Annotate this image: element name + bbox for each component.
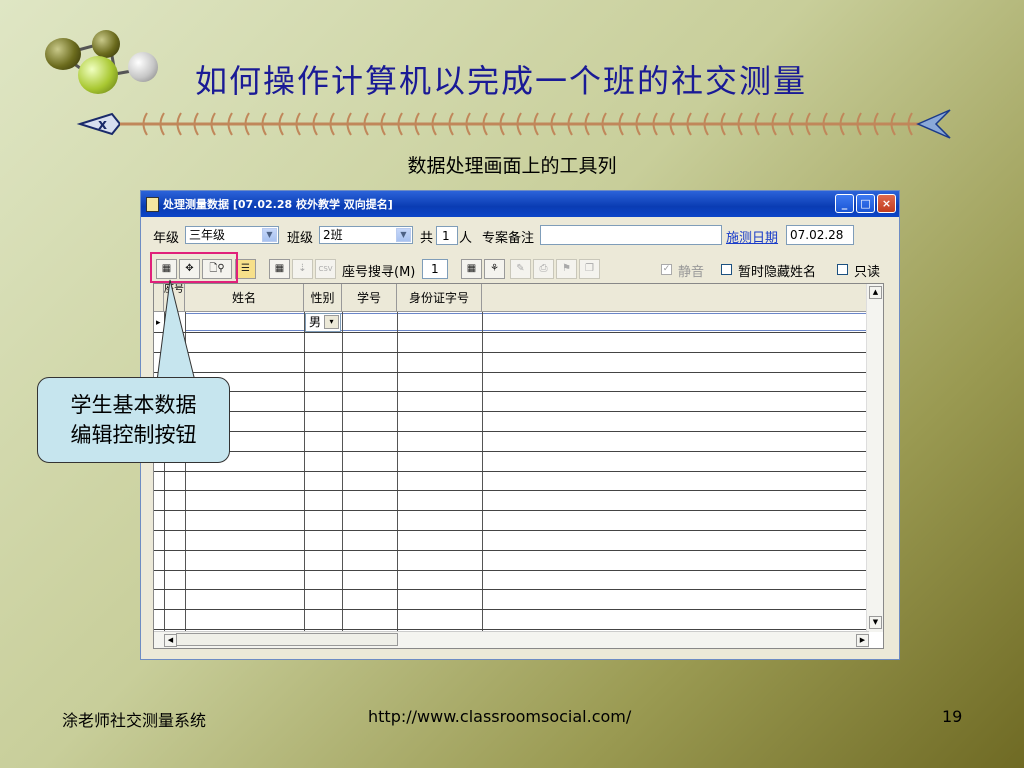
note-label: 专案备注 [482, 231, 535, 246]
grid-row-line [154, 589, 869, 591]
import-icon[interactable]: ⇣ [292, 259, 313, 279]
table-button[interactable]: ▦ [269, 259, 290, 279]
grid-row-line [154, 431, 869, 432]
scroll-thumb[interactable] [176, 633, 398, 646]
total-label: 共 [420, 231, 434, 246]
csv-export-button[interactable]: CSV [315, 259, 336, 279]
flag-icon[interactable]: ⚑ [556, 259, 577, 279]
grid-row-line [154, 490, 869, 492]
grid-row-line [154, 332, 869, 333]
chevron-down-icon[interactable]: ▼ [262, 228, 277, 242]
callout-box: 学生基本数据 编辑控制按钮 [37, 377, 230, 463]
grid-row-line [154, 411, 869, 413]
data-processing-window: 处理测量数据 [07.02.28 校外教学 双向提名] _ □ × 年级 三年级… [140, 190, 900, 660]
window-titlebar[interactable]: 处理测量数据 [07.02.28 校外教学 双向提名] _ □ × [141, 191, 899, 217]
hide-names-checkbox[interactable] [721, 264, 732, 275]
note-input[interactable] [540, 225, 722, 245]
fishbone-divider: x [76, 109, 951, 139]
date-input[interactable]: 07.02.28 [786, 225, 854, 245]
minimize-button[interactable]: _ [835, 194, 854, 213]
grid-row-line [154, 450, 869, 452]
window-title: 处理测量数据 [07.02.28 校外教学 双向提名] [163, 198, 393, 211]
class-label: 班级 [287, 231, 314, 246]
chevron-down-icon[interactable]: ▼ [396, 228, 411, 242]
column-header-student-id[interactable]: 学号 [342, 284, 397, 312]
grade-select-value: 三年级 [189, 228, 226, 242]
readonly-checkbox[interactable] [837, 264, 848, 275]
column-header-id-number[interactable]: 身份证字号 [397, 284, 482, 312]
column-header-empty [482, 284, 869, 312]
footer-url[interactable]: http://www.classroomsocial.com/ [368, 707, 631, 726]
maximize-button[interactable]: □ [856, 194, 875, 213]
edit-icon[interactable]: ✎ [510, 259, 531, 279]
grid-row-line [154, 470, 869, 472]
grid-row-line [154, 530, 869, 531]
close-button[interactable]: × [877, 194, 896, 213]
grid-layout-button[interactable]: ▦ [461, 259, 482, 279]
footer-left: 涂老师社交测量系统 [62, 711, 207, 730]
slide-subtitle: 数据处理画面上的工具列 [407, 155, 617, 177]
chevron-down-icon[interactable]: ▾ [324, 315, 339, 329]
active-row[interactable] [185, 313, 869, 331]
grid-row-line [154, 371, 869, 373]
callout-line-2: 编辑控制按钮 [70, 423, 197, 447]
network-icon[interactable]: ⚘ [484, 259, 505, 279]
grid-row-line [154, 391, 869, 393]
svg-text:x: x [98, 117, 107, 133]
print-icon[interactable]: ⎙ [533, 259, 554, 279]
grid-header: 座号 姓名 性别 学号 身份证字号 [154, 284, 869, 312]
callout-pointer [156, 279, 196, 382]
total-count-field[interactable]: 1 [436, 226, 458, 245]
seat-search-input[interactable]: 1 [422, 259, 448, 279]
class-select[interactable]: 2班 ▼ [319, 226, 413, 244]
grade-label: 年级 [153, 231, 180, 246]
scroll-up-icon[interactable]: ▲ [869, 286, 882, 299]
total-unit: 人 [459, 231, 473, 246]
grade-select[interactable]: 三年级 ▼ [185, 226, 279, 244]
gender-select-value: 男 [309, 315, 322, 329]
grid-row-line [154, 510, 869, 512]
grid-row-line [154, 569, 869, 571]
mute-label: 静音 [678, 265, 705, 280]
copy-icon[interactable]: ❐ [579, 259, 600, 279]
horizontal-scrollbar[interactable]: ◀ ▶ [154, 631, 869, 648]
gender-select[interactable]: 男 ▾ [305, 313, 341, 332]
notes-button[interactable]: ☰ [235, 259, 256, 279]
grid-row-line [154, 351, 869, 353]
mute-checkbox[interactable]: ✓ [661, 264, 672, 275]
scroll-down-icon[interactable]: ▼ [869, 616, 882, 629]
callout-line-1: 学生基本数据 [70, 393, 197, 417]
date-link[interactable]: 施测日期 [726, 227, 778, 246]
column-header-gender[interactable]: 性别 [304, 284, 342, 312]
molecule-logo [40, 28, 170, 98]
vertical-scrollbar[interactable]: ▲ ▼ [866, 284, 883, 632]
hide-names-label: 暂时隐藏姓名 [738, 265, 817, 280]
readonly-label: 只读 [854, 265, 881, 280]
class-select-value: 2班 [323, 228, 343, 242]
scroll-right-icon[interactable]: ▶ [856, 634, 869, 647]
app-icon [146, 197, 159, 212]
slide-title: 如何操作计算机以完成一个班的社交测量 [195, 62, 808, 100]
student-data-grid[interactable]: 座号 姓名 性别 学号 身份证字号 ▸ 男 ▾ ▲ ▼ ◀ ▶ [153, 283, 884, 649]
seat-search-label: 座号搜寻(M) [342, 265, 416, 280]
grid-row-line [154, 609, 869, 611]
grid-row-line [154, 549, 869, 551]
page-number: 19 [942, 707, 963, 726]
grid-row-line [154, 629, 869, 630]
